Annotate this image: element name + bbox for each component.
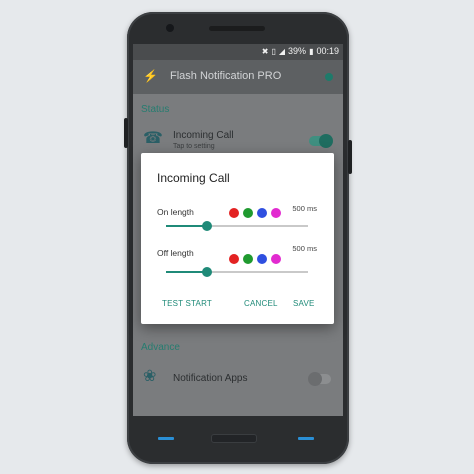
- incoming-call-dialog: Incoming Call On length 500 ms Off lengt…: [141, 153, 334, 324]
- color-swatch-blue[interactable]: [257, 208, 267, 218]
- status-bar: ✖ ▯ ◢ 39% ▮ 00:19: [133, 44, 343, 60]
- earpiece-speaker: [209, 26, 265, 31]
- phone-icon: ☎: [143, 130, 163, 147]
- switch-knob: [319, 134, 333, 148]
- off-length-value: 500 ms: [292, 244, 317, 253]
- off-length-slider-thumb[interactable]: [202, 267, 213, 277]
- notification-apps-switch[interactable]: [308, 372, 331, 386]
- mute-icon: ✖: [261, 46, 269, 56]
- power-button[interactable]: [348, 140, 352, 174]
- off-length-slider-fill: [166, 271, 208, 273]
- incoming-call-switch[interactable]: [309, 134, 333, 148]
- on-color-picker: [229, 208, 281, 218]
- test-start-button[interactable]: TEST START: [162, 299, 212, 308]
- color-swatch-red[interactable]: [229, 208, 239, 218]
- battery-percent: 39%: [288, 46, 307, 56]
- front-camera: [166, 24, 174, 32]
- flash-icon: ⚡: [143, 69, 158, 83]
- signal-icon: ◢: [278, 46, 286, 56]
- vibrate-icon: ▯: [271, 46, 276, 56]
- on-length-value: 500 ms: [292, 204, 317, 213]
- dialog-title: Incoming Call: [157, 171, 230, 185]
- battery-icon: ▮: [309, 46, 314, 56]
- off-length-slider[interactable]: [166, 267, 308, 277]
- master-toggle[interactable]: [325, 73, 333, 81]
- color-swatch-magenta[interactable]: [271, 254, 281, 264]
- switch-knob: [308, 372, 322, 386]
- fan-icon: ❀: [143, 368, 157, 385]
- off-color-picker: [229, 254, 281, 264]
- home-key[interactable]: [211, 434, 257, 443]
- off-length-label: Off length: [157, 248, 194, 258]
- clock: 00:19: [316, 46, 339, 56]
- color-swatch-magenta[interactable]: [271, 208, 281, 218]
- color-swatch-green[interactable]: [243, 208, 253, 218]
- back-key[interactable]: [158, 437, 174, 440]
- incoming-call-title: Incoming Call: [173, 130, 234, 141]
- color-swatch-red[interactable]: [229, 254, 239, 264]
- section-status-header: Status: [141, 104, 170, 115]
- recent-apps-key[interactable]: [298, 437, 314, 440]
- app-title: Flash Notification PRO: [170, 70, 282, 82]
- notification-apps-title: Notification Apps: [173, 373, 248, 384]
- volume-button[interactable]: [124, 118, 128, 148]
- incoming-call-subtitle: Tap to setting: [173, 143, 215, 150]
- on-length-slider-thumb[interactable]: [202, 221, 213, 231]
- color-swatch-green[interactable]: [243, 254, 253, 264]
- on-length-slider-fill: [166, 225, 208, 227]
- app-toolbar: ⚡ Flash Notification PRO: [133, 60, 343, 94]
- section-advance-header: Advance: [141, 342, 180, 353]
- on-length-slider[interactable]: [166, 221, 308, 231]
- save-button[interactable]: SAVE: [293, 299, 315, 308]
- color-swatch-blue[interactable]: [257, 254, 267, 264]
- cancel-button[interactable]: CANCEL: [244, 299, 278, 308]
- on-length-label: On length: [157, 207, 194, 217]
